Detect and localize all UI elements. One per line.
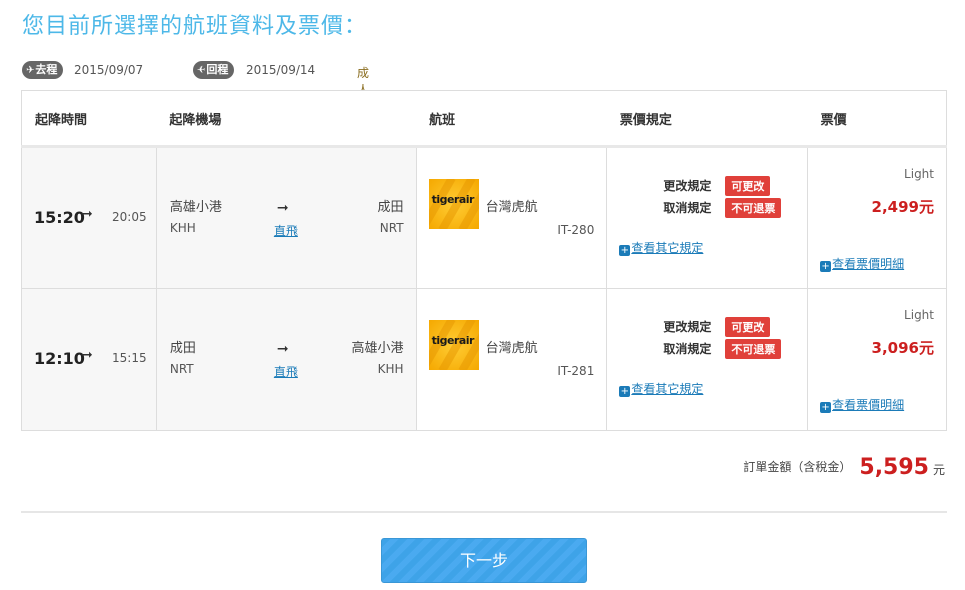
direct-flight-link[interactable]: 直飛 (274, 363, 298, 380)
change-rule: 更改規定 可更改 (663, 176, 771, 196)
price-cell: Light 3,096元 + 查看票價明細 (807, 288, 947, 431)
change-rule-tag: 可更改 (725, 176, 771, 196)
view-rules-link[interactable]: + 查看其它規定 (619, 380, 703, 397)
airline-logo-text: tigerair (431, 193, 475, 206)
table-header-row: 起降時間 起降機場 航班 票價規定 票價 (21, 90, 947, 148)
change-rule-label: 更改規定 (663, 320, 712, 334)
return-date: 2015/09/14 (246, 63, 316, 77)
plane-takeoff-icon: ✈ (26, 65, 35, 76)
change-rule-tag: 可更改 (725, 317, 771, 337)
view-fare-detail-label: 查看票價明細 (832, 398, 905, 412)
plus-square-icon: + (619, 386, 631, 397)
direct-flight-link[interactable]: 直飛 (274, 222, 298, 239)
arrow-right-icon: ➞ (81, 347, 93, 363)
time-cell: 15:20 ➞ 20:05 (21, 146, 157, 289)
next-step-button[interactable]: 下一步 (381, 538, 587, 583)
header-price: 票價 (807, 90, 947, 148)
fare-class: Light (904, 308, 934, 322)
to-airport-code: NRT (379, 221, 404, 235)
rules-cell: 更改規定 可更改 取消規定 不可退票 + 查看其它規定 (606, 288, 809, 431)
return-badge: ✈回程 (193, 61, 235, 79)
to-airport-name: 高雄小港 (351, 341, 404, 356)
view-rules-label: 查看其它規定 (631, 241, 704, 255)
fare-price: 2,499元 (871, 198, 934, 216)
depart-time: 15:20 (34, 208, 85, 227)
cancel-rule: 取消規定 不可退票 (663, 198, 782, 218)
header-time: 起降時間 (21, 90, 157, 148)
from-airport-code: KHH (169, 221, 196, 235)
header-airport: 起降機場 (156, 90, 417, 148)
flight-table: 起降時間 起降機場 航班 票價規定 票價 15:20 ➞ 20:05 高雄小港 … (21, 90, 947, 431)
view-fare-detail-link[interactable]: + 查看票價明細 (820, 255, 904, 272)
from-airport-code: NRT (169, 362, 194, 376)
view-rules-link[interactable]: + 查看其它規定 (619, 239, 703, 256)
cancel-rule-tag: 不可退票 (725, 198, 782, 218)
arrow-right-icon: ➞ (276, 341, 289, 357)
cancel-rule-tag: 不可退票 (725, 339, 782, 359)
cancel-rule-label: 取消規定 (663, 201, 712, 215)
plus-square-icon: + (619, 245, 631, 256)
plane-return-icon: ✈ (197, 65, 206, 76)
return-label: 回程 (206, 63, 229, 76)
airport-cell: 高雄小港 KHH ➞ 直飛 成田 NRT (155, 146, 417, 289)
arrow-right-icon: ➞ (81, 206, 93, 222)
order-total-amount: 5,595 (859, 455, 929, 480)
to-airport-name: 成田 (377, 200, 404, 215)
page-title: 您目前所選擇的航班資料及票價： (22, 14, 368, 39)
table-row: 12:10 ➞ 15:15 成田 NRT ➞ 直飛 高雄小港 KHH tiger… (21, 288, 947, 431)
flight-number: IT-280 (557, 223, 595, 237)
arrive-time: 20:05 (112, 210, 147, 224)
plus-square-icon: + (820, 402, 832, 413)
airline-logo: tigerair (428, 179, 479, 229)
arrow-right-icon: ➞ (276, 200, 289, 216)
order-total-unit: 元 (932, 463, 945, 477)
outbound-date: 2015/09/07 (74, 63, 144, 77)
airline-logo: tigerair (428, 320, 479, 370)
order-total-label: 訂單金額（含稅金） (743, 460, 852, 474)
cancel-rule-label: 取消規定 (663, 342, 712, 356)
outbound-label: 去程 (35, 63, 58, 76)
flight-cell: tigerair 台灣虎航 IT-281 (415, 288, 608, 431)
airline-name: 台灣虎航 (485, 200, 538, 215)
view-fare-detail-label: 查看票價明細 (832, 257, 905, 271)
outbound-badge: ✈去程 (22, 61, 64, 79)
airline-logo-text: tigerair (431, 334, 475, 347)
header-flight: 航班 (416, 90, 607, 148)
table-row: 15:20 ➞ 20:05 高雄小港 KHH ➞ 直飛 成田 NRT tiger… (21, 146, 947, 289)
airline-name: 台灣虎航 (485, 341, 538, 356)
arrive-time: 15:15 (112, 351, 147, 365)
from-airport-name: 成田 (169, 341, 196, 356)
change-rule-label: 更改規定 (663, 179, 712, 193)
flight-cell: tigerair 台灣虎航 IT-280 (415, 146, 608, 289)
header-rules: 票價規定 (606, 90, 808, 148)
view-fare-detail-link[interactable]: + 查看票價明細 (820, 396, 904, 413)
rules-cell: 更改規定 可更改 取消規定 不可退票 + 查看其它規定 (606, 146, 809, 289)
plus-square-icon: + (820, 261, 832, 272)
change-rule: 更改規定 可更改 (663, 317, 771, 337)
fare-class: Light (904, 167, 934, 181)
fare-price: 3,096元 (871, 339, 934, 357)
cancel-rule: 取消規定 不可退票 (663, 339, 782, 359)
view-rules-label: 查看其它規定 (631, 382, 704, 396)
airport-cell: 成田 NRT ➞ 直飛 高雄小港 KHH (155, 288, 417, 431)
divider (21, 511, 947, 513)
from-airport-name: 高雄小港 (169, 200, 222, 215)
depart-time: 12:10 (34, 349, 85, 368)
price-cell: Light 2,499元 + 查看票價明細 (807, 146, 947, 289)
order-total: 訂單金額（含稅金） 5,595 元 (743, 455, 945, 480)
flight-number: IT-281 (557, 364, 595, 378)
to-airport-code: KHH (377, 362, 404, 376)
time-cell: 12:10 ➞ 15:15 (21, 288, 157, 431)
